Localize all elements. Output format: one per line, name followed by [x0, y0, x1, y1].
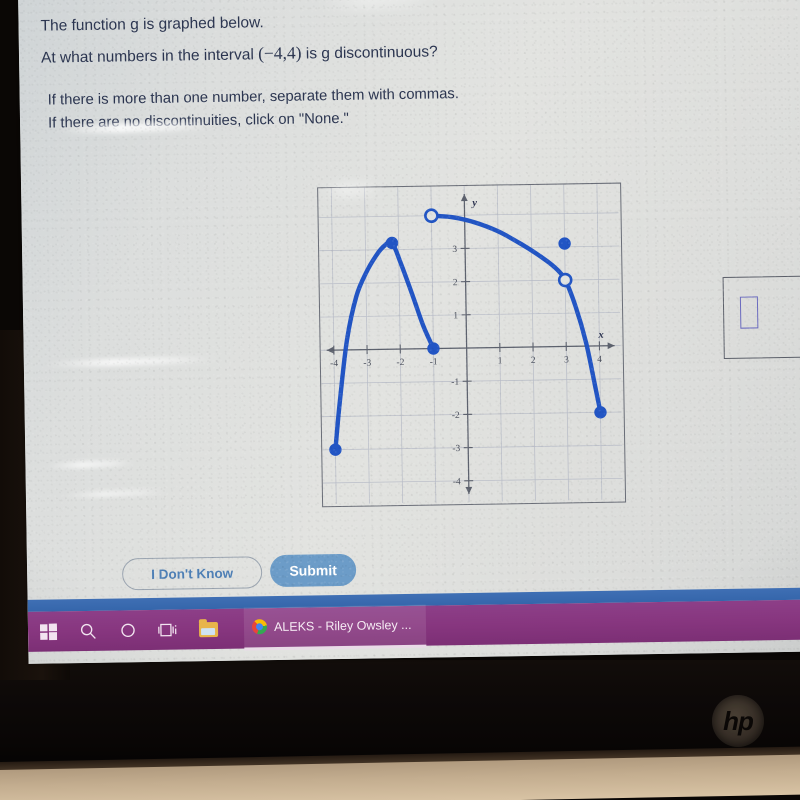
- graph-frame: -4 -3 -2 -1 1 2 3 4 3 2 1 -1 -2 -3 -4 y x: [317, 182, 627, 508]
- svg-text:4: 4: [597, 355, 602, 365]
- svg-text:2: 2: [453, 278, 458, 288]
- svg-text:-4: -4: [453, 477, 461, 487]
- svg-text:-2: -2: [452, 411, 460, 421]
- task-view-icon[interactable]: [148, 609, 189, 650]
- search-icon[interactable]: [68, 611, 109, 652]
- svg-text:-3: -3: [363, 358, 371, 368]
- svg-text:1: 1: [453, 311, 458, 321]
- i-dont-know-button[interactable]: I Don't Know: [121, 556, 263, 591]
- question-text-1: The function g is graphed below.: [40, 14, 264, 35]
- file-explorer-icon[interactable]: [188, 609, 229, 650]
- chrome-tab-label: ALEKS - Riley Owsley ...: [273, 617, 412, 634]
- svg-text:y: y: [470, 198, 477, 209]
- svg-text:1: 1: [498, 356, 503, 366]
- question-text-3: If there is more than one number, separa…: [47, 86, 460, 109]
- question-line-1: The function g is graphed below.: [40, 12, 264, 38]
- svg-text:2: 2: [531, 356, 536, 366]
- hp-logo: hp: [712, 695, 764, 747]
- answer-input[interactable]: [739, 296, 759, 329]
- svg-text:-4: -4: [330, 359, 338, 369]
- svg-text:-1: -1: [451, 378, 459, 388]
- svg-text:3: 3: [452, 245, 457, 255]
- laptop-photo: hp The function g is graphed below. At w…: [0, 0, 800, 800]
- taskbar-chrome-window[interactable]: ALEKS - Riley Owsley ...: [243, 604, 426, 651]
- svg-text:-1: -1: [430, 357, 438, 367]
- svg-text:x: x: [597, 330, 603, 341]
- answer-panel[interactable]: [722, 275, 800, 359]
- question-text-2-prefix: At what numbers in the interval: [40, 46, 259, 67]
- laptop-screen: The function g is graphed below. At what…: [18, 0, 800, 664]
- interval-notation: (−4,4): [257, 42, 302, 64]
- svg-text:-2: -2: [396, 358, 404, 368]
- cortana-circle-icon[interactable]: [108, 610, 149, 651]
- function-graph: -4 -3 -2 -1 1 2 3 4 3 2 1 -1 -2 -3 -4 y x: [318, 183, 623, 505]
- chrome-icon: [251, 619, 268, 635]
- svg-text:-3: -3: [452, 444, 460, 454]
- svg-text:3: 3: [564, 355, 569, 365]
- windows-start-icon[interactable]: [28, 611, 69, 652]
- question-text-4: If there are no discontinuities, click o…: [47, 110, 350, 132]
- submit-button[interactable]: Submit: [269, 553, 357, 588]
- question-text-2-suffix: is g discontinuous?: [301, 43, 438, 63]
